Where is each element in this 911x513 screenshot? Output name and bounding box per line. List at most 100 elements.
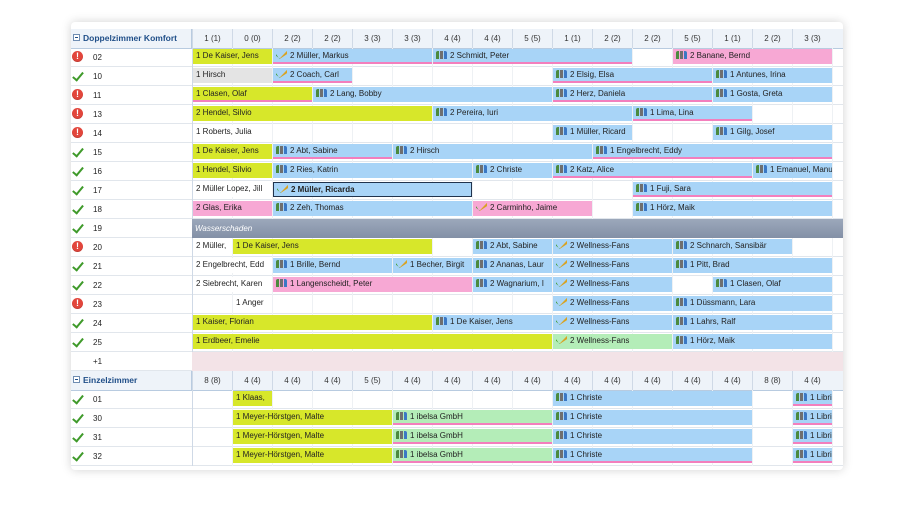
room-number[interactable]: 14 bbox=[93, 124, 102, 143]
reservation-bar[interactable]: 1 Meyer-Hörstgen, Malte bbox=[233, 429, 392, 444]
reservation-bar[interactable]: 1 Hörz, Maik bbox=[633, 201, 832, 216]
reservation-bar[interactable]: 2 Abt, Sabine bbox=[273, 144, 392, 159]
reservation-bar[interactable]: 2 Wagnarium, I bbox=[473, 277, 552, 292]
room-number[interactable]: 16 bbox=[93, 162, 102, 181]
reservation-bar[interactable]: 1 Clasen, Olaf bbox=[713, 277, 832, 292]
reservation-bar[interactable]: 1 Engelbrecht, Eddy bbox=[593, 144, 832, 159]
reservation-bar[interactable]: 2 Siebrecht, Karen bbox=[193, 277, 272, 292]
room-number[interactable]: 30 bbox=[93, 409, 102, 428]
reservation-bar[interactable]: 1 Klaas, bbox=[233, 391, 272, 406]
reservation-bar[interactable]: 1 Gosta, Greta bbox=[713, 87, 832, 102]
reservation-bar[interactable]: 2 Lang, Bobby bbox=[313, 87, 552, 102]
reservation-bar[interactable]: 1 Pitt, Brad bbox=[673, 258, 832, 273]
reservation-bar[interactable]: 2 Wellness-Fans bbox=[553, 334, 672, 349]
reservation-bar[interactable]: 1 Hendel, Silvio bbox=[193, 163, 272, 178]
reservation-bar[interactable]: 1 Christe bbox=[553, 410, 752, 425]
room-number[interactable]: 15 bbox=[93, 143, 102, 162]
reservation-bar[interactable]: 2 Banane, Bernd bbox=[673, 49, 832, 64]
reservation-bar[interactable]: 1 Librich bbox=[793, 429, 832, 444]
reservation-bar[interactable]: 1 Lahrs, Ralf bbox=[673, 315, 832, 330]
room-number[interactable]: 18 bbox=[93, 200, 102, 219]
room-number[interactable]: 01 bbox=[93, 390, 102, 409]
room-number[interactable]: 17 bbox=[93, 181, 102, 200]
collapse-icon[interactable] bbox=[73, 376, 80, 384]
blocked-band[interactable]: Wasserschaden bbox=[192, 219, 843, 238]
reservation-bar[interactable]: 2 Müller Lopez, Jill bbox=[193, 182, 272, 197]
room-number[interactable]: 23 bbox=[93, 295, 102, 314]
reservation-bar[interactable]: 2 Wellness-Fans bbox=[553, 258, 672, 273]
reservation-bar[interactable]: 1 Lima, Lina bbox=[633, 106, 752, 121]
reservation-bar[interactable]: 1 Langenscheidt, Peter bbox=[273, 277, 472, 292]
reservation-bar[interactable]: 2 Wellness-Fans bbox=[553, 239, 672, 254]
group-name[interactable]: Einzelzimmer bbox=[71, 371, 192, 390]
reservation-bar[interactable]: 2 Zeh, Thomas bbox=[273, 201, 472, 216]
reservation-bar[interactable]: 1 ibelsa GmbH bbox=[393, 448, 552, 463]
reservation-bar[interactable]: 2 Ries, Katrin bbox=[273, 163, 472, 178]
room-number[interactable]: 02 bbox=[93, 48, 102, 67]
reservation-bar[interactable]: 1 Müller, Ricard bbox=[553, 125, 632, 140]
room-number[interactable]: 25 bbox=[93, 333, 102, 352]
reservation-bar[interactable]: 2 Glas, Erika bbox=[193, 201, 272, 216]
room-number[interactable]: +1 bbox=[93, 352, 102, 371]
reservation-bar[interactable]: 1 Librich bbox=[793, 410, 832, 425]
collapse-icon[interactable] bbox=[73, 34, 80, 42]
reservation-bar[interactable]: 1 Fuji, Sara bbox=[633, 182, 832, 197]
reservation-bar[interactable]: 2 Ananas, Laur bbox=[473, 258, 552, 273]
reservation-bar[interactable]: 2 Coach, Carl bbox=[273, 68, 352, 83]
reservation-bar[interactable]: 1 De Kaiser, Jens bbox=[193, 49, 272, 64]
reservation-bar[interactable]: 1 Christe bbox=[553, 448, 752, 463]
reservation-bar[interactable]: 1 ibelsa GmbH bbox=[393, 410, 552, 425]
reservation-bar[interactable]: 2 Müller, Markus bbox=[273, 49, 432, 64]
reservation-bar[interactable]: 1 De Kaiser, Jens bbox=[193, 144, 272, 159]
reservation-bar[interactable]: 2 Pereira, Iuri bbox=[433, 106, 632, 121]
reservation-bar[interactable]: 1 Anger bbox=[233, 296, 272, 311]
room-number[interactable]: 19 bbox=[93, 219, 102, 238]
reservation-bar[interactable]: 1 Meyer-Hörstgen, Malte bbox=[233, 410, 392, 425]
reservation-bar[interactable]: 2 Herz, Daniela bbox=[553, 87, 712, 102]
reservation-bar[interactable]: 1 Hörz, Maik bbox=[673, 334, 832, 349]
reservation-bar[interactable]: 1 ibelsa GmbH bbox=[393, 429, 552, 444]
reservation-bar[interactable]: 1 Gilg, Josef bbox=[713, 125, 832, 140]
reservation-bar[interactable]: 1 Erdbeer, Emelie bbox=[193, 334, 552, 349]
reservation-bar[interactable]: 1 Antunes, Irina bbox=[713, 68, 832, 83]
reservation-bar[interactable]: 2 Christe bbox=[473, 163, 552, 178]
room-number[interactable]: 10 bbox=[93, 67, 102, 86]
reservation-bar[interactable]: 2 Müller, Ricarda bbox=[273, 182, 472, 197]
reservation-bar[interactable]: 1 Emanuel, Manu bbox=[753, 163, 832, 178]
reservation-bar[interactable]: 2 Katz, Alice bbox=[553, 163, 752, 178]
reservation-bar[interactable]: 2 Hendel, Silvio bbox=[193, 106, 432, 121]
reservation-bar[interactable]: 1 Librich bbox=[793, 448, 832, 463]
reservation-bar[interactable]: 2 Schnarch, Sansibär bbox=[673, 239, 792, 254]
room-number[interactable]: 13 bbox=[93, 105, 102, 124]
reservation-bar[interactable]: 2 Engelbrecht, Edd bbox=[193, 258, 272, 273]
room-number[interactable]: 11 bbox=[93, 86, 101, 105]
room-number[interactable]: 20 bbox=[93, 238, 102, 257]
reservation-bar[interactable]: 2 Schmidt, Peter bbox=[433, 49, 632, 64]
reservation-bar[interactable]: 2 Abt, Sabine bbox=[473, 239, 552, 254]
room-number[interactable]: 32 bbox=[93, 447, 102, 466]
reservation-bar[interactable]: 1 Brille, Bernd bbox=[273, 258, 392, 273]
room-number[interactable]: 31 bbox=[93, 428, 102, 447]
reservation-bar[interactable]: 1 Becher, Birgit bbox=[393, 258, 472, 273]
reservation-bar[interactable]: 1 Librich bbox=[793, 391, 832, 406]
reservation-bar[interactable]: 2 Müller, bbox=[193, 239, 232, 254]
reservation-bar[interactable]: 2 Wellness-Fans bbox=[553, 277, 672, 292]
room-number[interactable]: 22 bbox=[93, 276, 102, 295]
reservation-bar[interactable]: 1 Christe bbox=[553, 429, 752, 444]
reservation-bar[interactable]: 2 Carminho, Jaime bbox=[473, 201, 592, 216]
reservation-bar[interactable]: 1 Christe bbox=[553, 391, 752, 406]
room-number[interactable]: 24 bbox=[93, 314, 102, 333]
group-name[interactable]: Doppelzimmer Komfort bbox=[71, 29, 192, 48]
reservation-bar[interactable]: 1 Düssmann, Lara bbox=[673, 296, 832, 311]
reservation-bar[interactable]: 2 Wellness-Fans bbox=[553, 315, 672, 330]
reservation-bar[interactable]: 1 Roberts, Julia bbox=[193, 125, 272, 140]
reservation-bar[interactable]: 1 Kaiser, Florian bbox=[193, 315, 432, 330]
reservation-bar[interactable]: 1 Meyer-Hörstgen, Malte bbox=[233, 448, 392, 463]
reservation-bar[interactable]: 1 Clasen, Olaf bbox=[193, 87, 312, 102]
reservation-bar[interactable]: 1 De Kaiser, Jens bbox=[233, 239, 432, 254]
reservation-bar[interactable]: 2 Hirsch bbox=[393, 144, 592, 159]
room-number[interactable]: 21 bbox=[93, 257, 102, 276]
reservation-bar[interactable]: 1 Hirsch bbox=[193, 68, 272, 83]
reservation-bar[interactable]: 1 De Kaiser, Jens bbox=[433, 315, 552, 330]
reservation-bar[interactable]: 2 Wellness-Fans bbox=[553, 296, 672, 311]
